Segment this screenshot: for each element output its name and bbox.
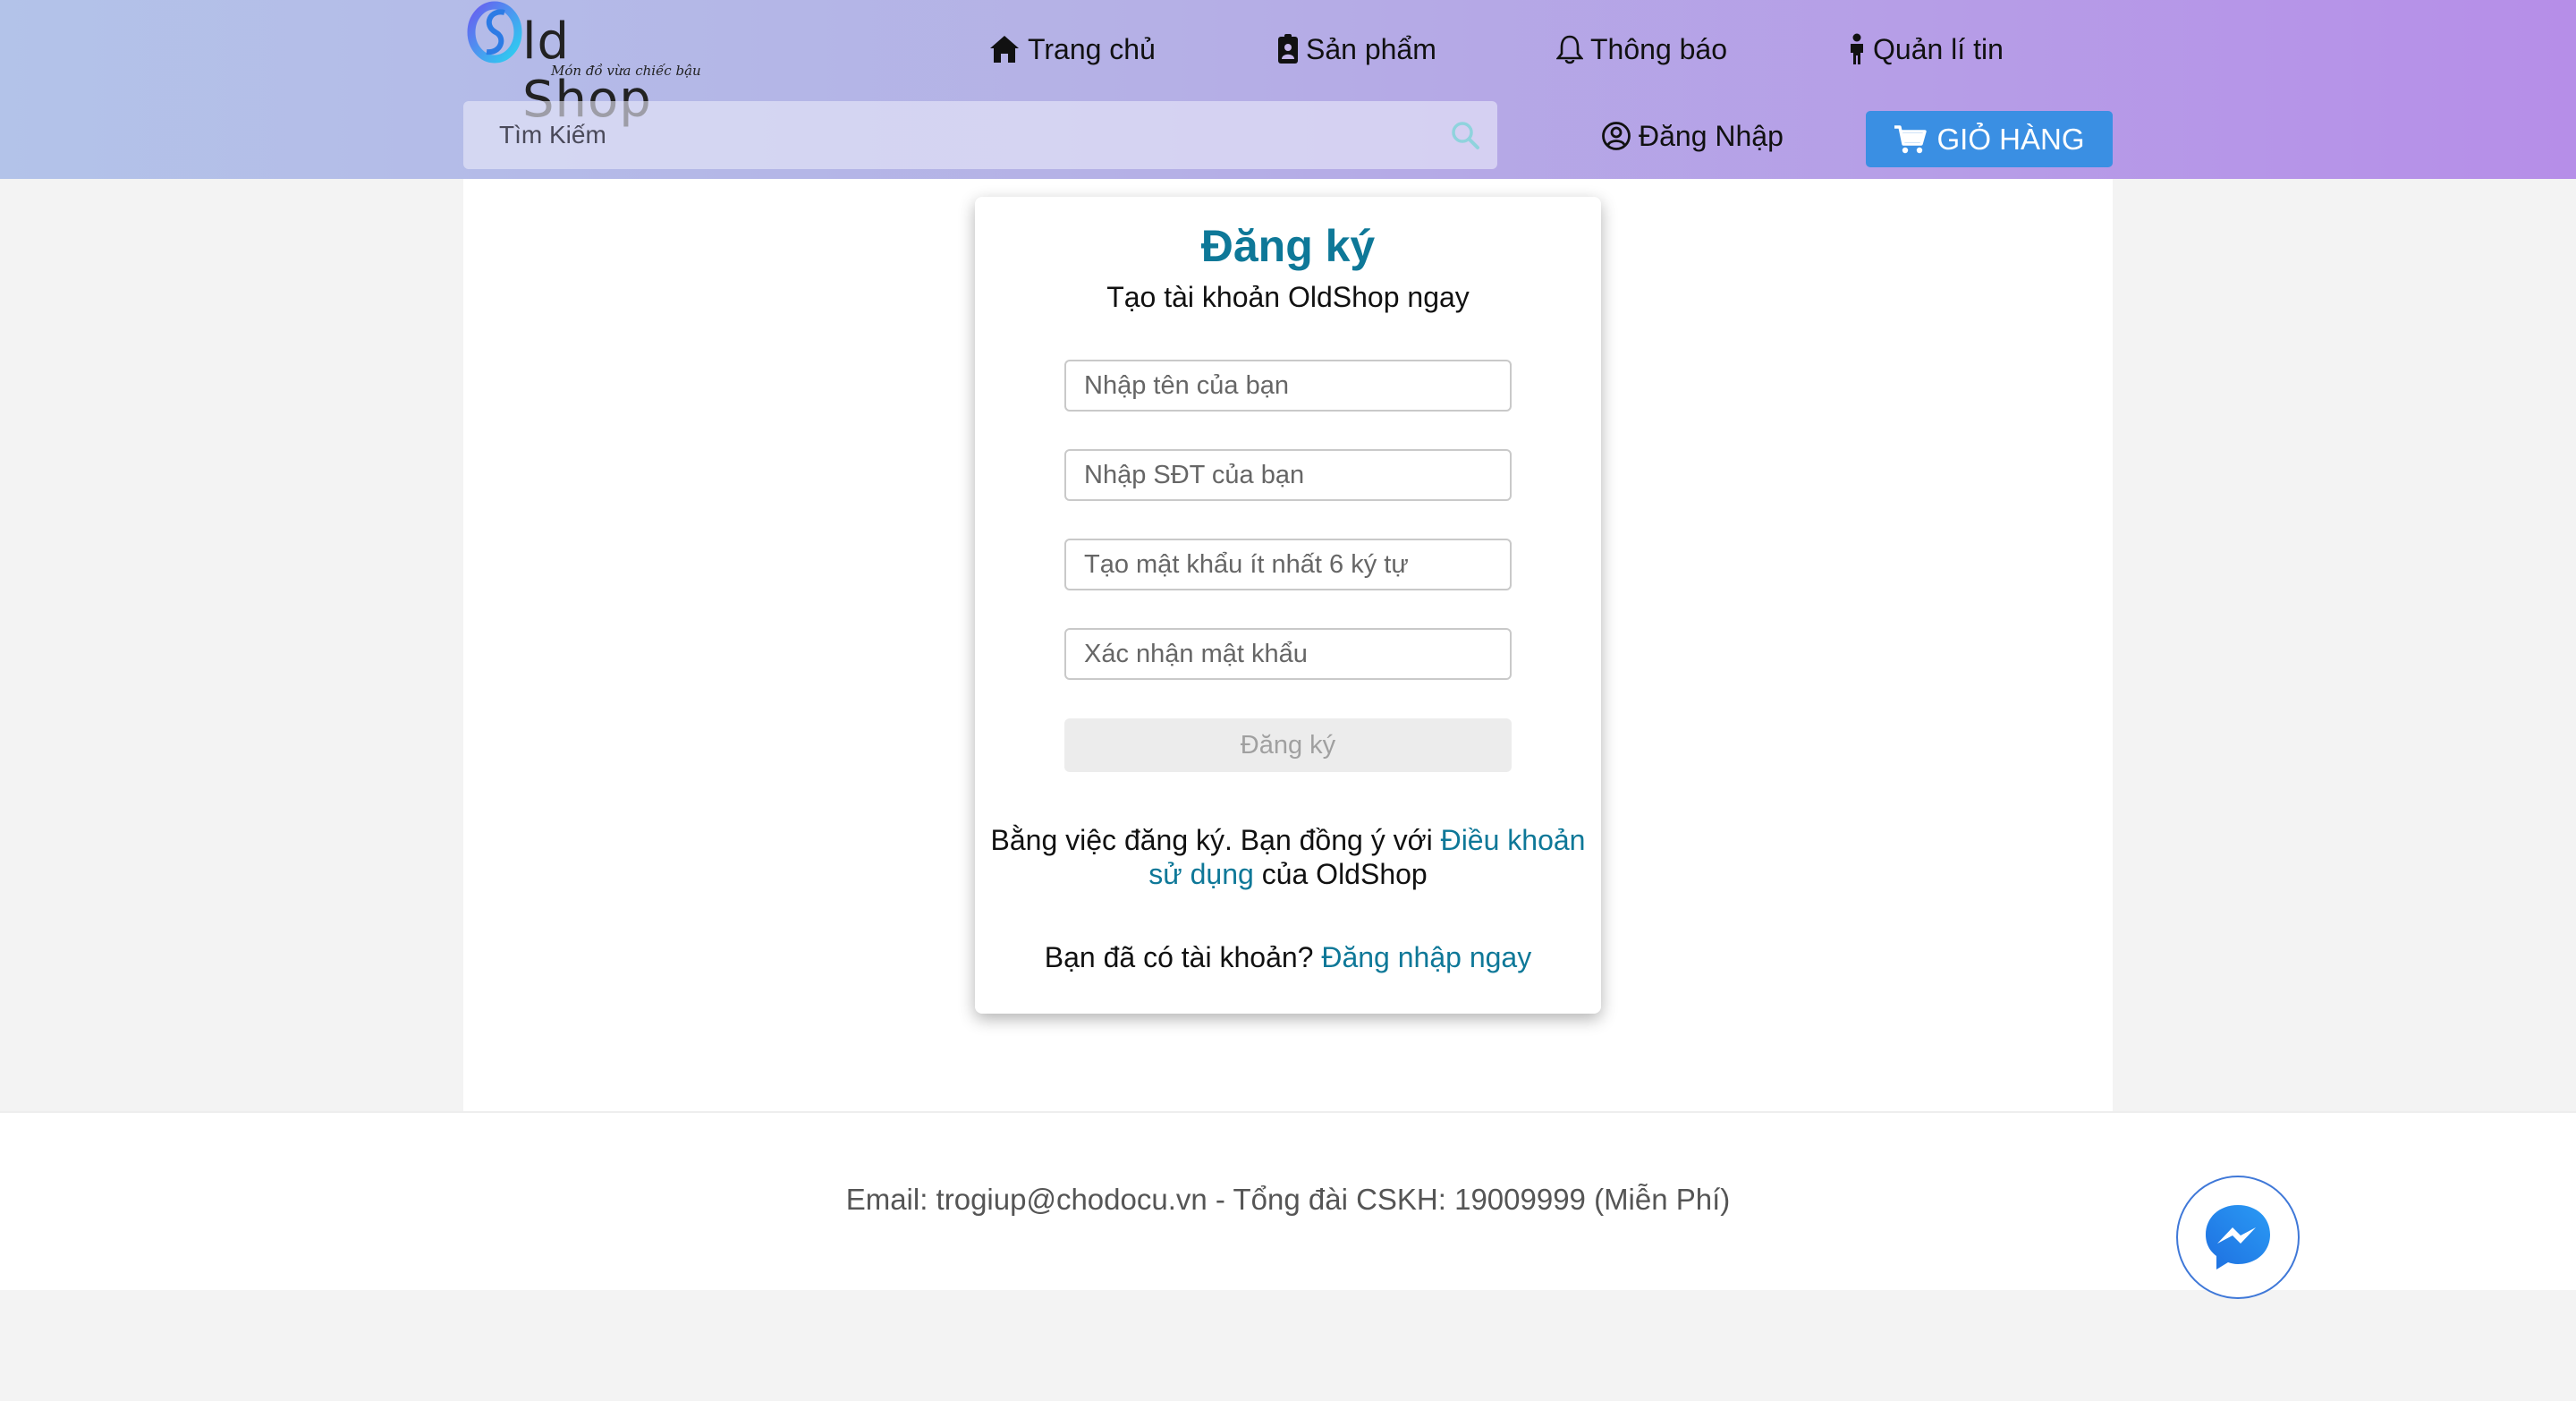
logo-slogan: Món đồ vừa chiếc bậu bbox=[551, 63, 701, 79]
messenger-icon bbox=[2206, 1205, 2270, 1269]
search-input[interactable] bbox=[499, 101, 1429, 169]
terms-suffix: của OldShop bbox=[1253, 858, 1428, 890]
terms-text: Bằng việc đăng ký. Bạn đồng ý với Điều k… bbox=[975, 823, 1601, 891]
search-bar bbox=[463, 101, 1497, 169]
oldshop-logo[interactable]: ld Shop Món đồ vừa chiếc bậu bbox=[465, 0, 701, 129]
have-account-label: Bạn đã có tài khoản? bbox=[1044, 941, 1322, 973]
nav-home[interactable]: Trang chủ bbox=[988, 27, 1156, 72]
user-circle-icon bbox=[1602, 122, 1631, 150]
person-icon bbox=[1851, 33, 1863, 64]
name-field[interactable] bbox=[1064, 360, 1512, 412]
login-now-link[interactable]: Đăng nhập ngay bbox=[1321, 941, 1531, 973]
nav-products[interactable]: Sản phẩm bbox=[1277, 27, 1436, 72]
register-submit-button[interactable]: Đăng ký bbox=[1064, 718, 1512, 772]
confirm-password-field[interactable] bbox=[1064, 628, 1512, 680]
cart-icon bbox=[1894, 124, 1928, 153]
terms-prefix: Bằng việc đăng ký. Bạn đồng ý với bbox=[990, 824, 1441, 856]
cart-button[interactable]: GIỎ HÀNG bbox=[1866, 111, 2113, 167]
nav-manage-posts[interactable]: Quản lí tin bbox=[1848, 27, 2004, 72]
password-field[interactable] bbox=[1064, 539, 1512, 590]
home-icon bbox=[990, 36, 1019, 63]
have-account-text: Bạn đã có tài khoản? Đăng nhập ngay bbox=[975, 941, 1601, 974]
nav-notifications-label: Thông báo bbox=[1590, 32, 1728, 65]
nav-home-label: Trang chủ bbox=[1028, 32, 1156, 65]
login-label: Đăng Nhập bbox=[1639, 119, 1784, 152]
register-card: Đăng ký Tạo tài khoản OldShop ngay Đăng … bbox=[975, 197, 1601, 1014]
top-header: ld Shop Món đồ vừa chiếc bậu Trang chủ S… bbox=[0, 0, 2576, 179]
nav-notifications[interactable]: Thông báo bbox=[1556, 27, 1727, 72]
register-subtitle: Tạo tài khoản OldShop ngay bbox=[1106, 281, 1470, 313]
bell-icon bbox=[1556, 35, 1583, 64]
cart-label: GIỎ HÀNG bbox=[1936, 122, 2085, 156]
messenger-button[interactable] bbox=[2176, 1176, 2300, 1299]
phone-field[interactable] bbox=[1064, 449, 1512, 501]
nav-manage-posts-label: Quản lí tin bbox=[1873, 32, 2004, 65]
id-badge-icon bbox=[1278, 34, 1298, 64]
nav-products-label: Sản phẩm bbox=[1306, 32, 1436, 65]
register-title: Đăng ký bbox=[1200, 221, 1376, 271]
search-icon[interactable] bbox=[1449, 119, 1481, 151]
logo-o-icon bbox=[467, 1, 522, 64]
login-link[interactable]: Đăng Nhập bbox=[1601, 115, 1784, 157]
